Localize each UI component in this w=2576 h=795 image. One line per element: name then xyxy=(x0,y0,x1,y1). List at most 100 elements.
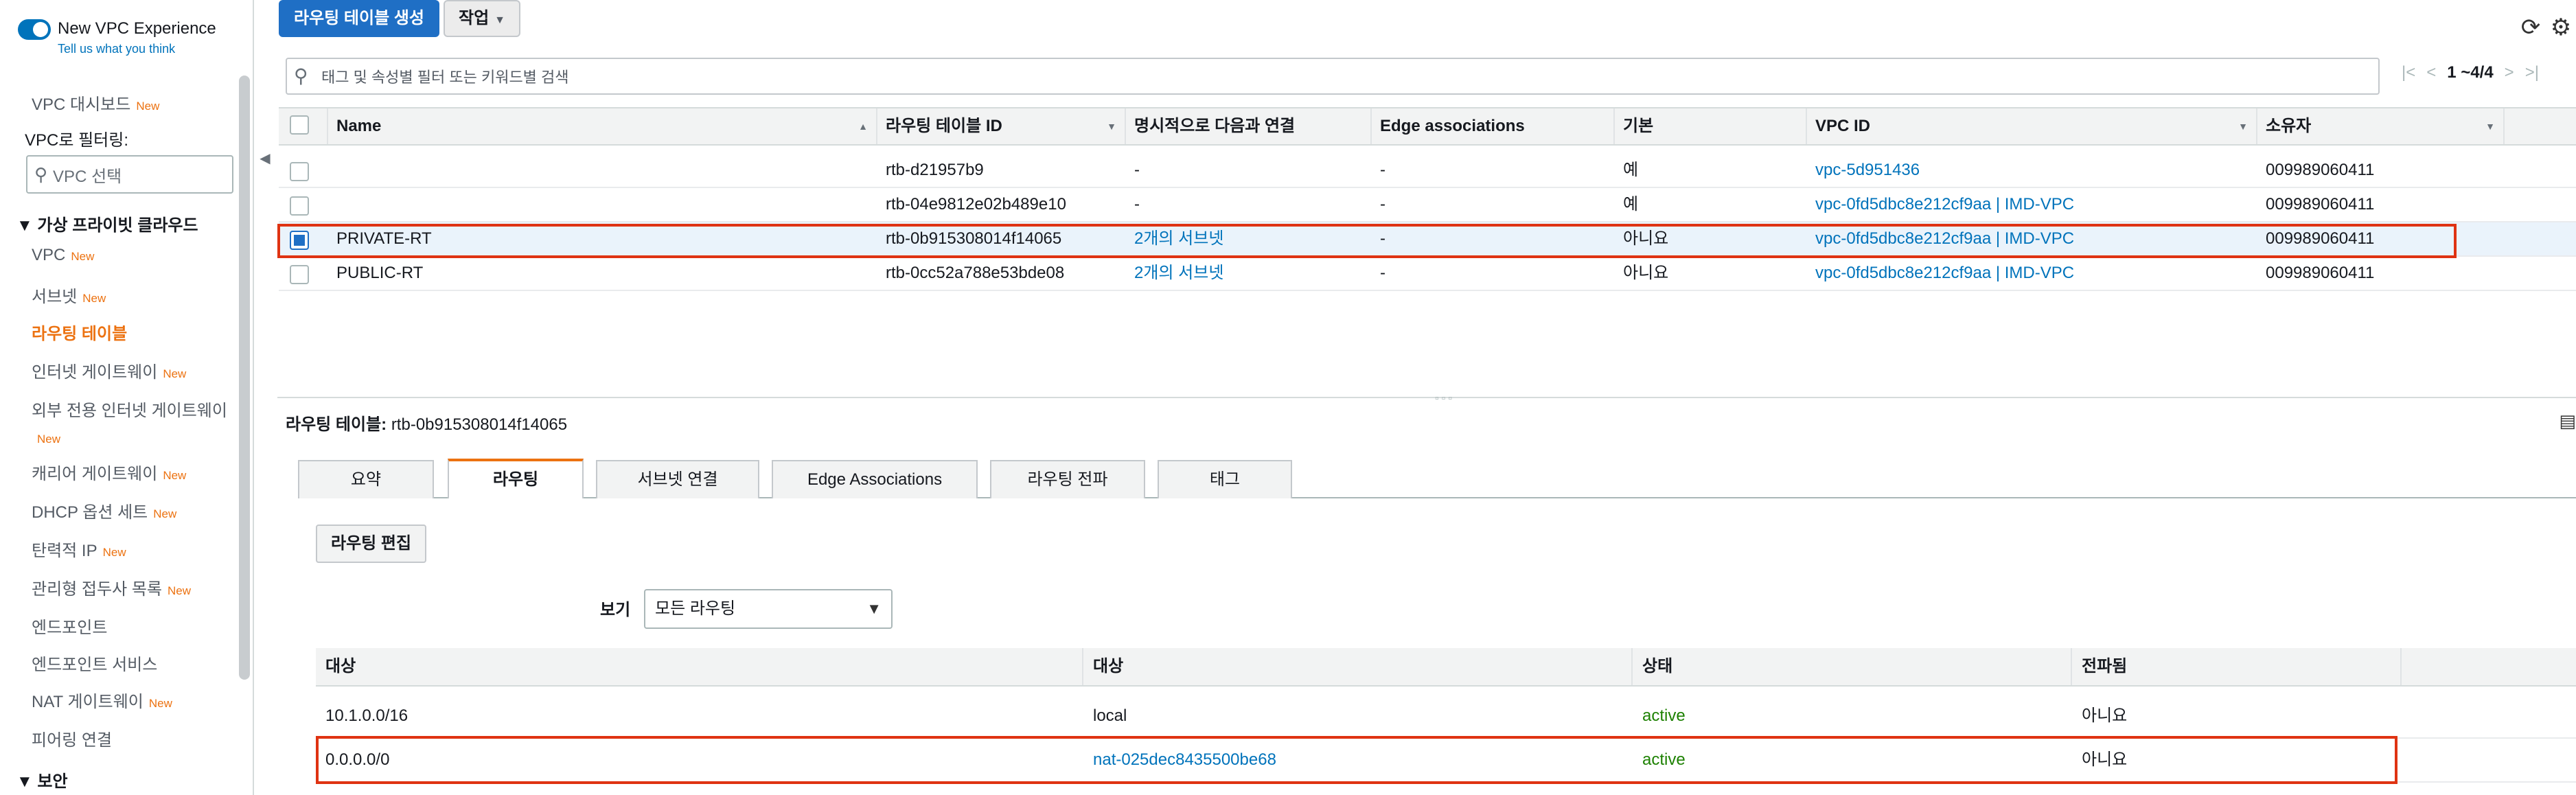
sidebar-item-endpoint-services[interactable]: 엔드포인트 서비스 xyxy=(32,651,157,675)
row-explicit-link[interactable]: 2개의 서브넷 xyxy=(1126,257,1223,290)
panel-splitter[interactable] xyxy=(277,397,2576,398)
row-name xyxy=(328,154,336,187)
top-icons: ⟳ ⚙ xyxy=(2516,12,2576,43)
highlight-box xyxy=(277,224,2457,258)
search-icon: ⚲ xyxy=(294,65,308,87)
sidebar-item-nat-gateways[interactable]: NAT 게이트웨이 New xyxy=(32,688,172,712)
edit-routes-button[interactable]: 라우팅 편집 xyxy=(316,525,427,563)
row-edge: - xyxy=(1380,195,1385,214)
column-name[interactable]: Name ▲ xyxy=(328,108,877,144)
gear-icon[interactable]: ⚙ xyxy=(2546,12,2576,43)
tab-summary[interactable]: 요약 xyxy=(298,460,434,498)
column-destination[interactable]: 대상 xyxy=(316,648,1083,685)
row-name xyxy=(328,188,336,221)
select-all-checkbox[interactable] xyxy=(290,115,309,135)
row-edge: - xyxy=(1380,161,1385,179)
vpc-filter-input[interactable]: ⚲ VPC 선택 xyxy=(26,155,233,194)
route-destination: 10.1.0.0/16 xyxy=(325,706,409,725)
sidebar-item-peering[interactable]: 피어링 연결 xyxy=(32,726,112,750)
section-vpc[interactable]: ▼ 가상 프라이빗 클라우드 xyxy=(16,211,198,235)
tab-subnet-associations[interactable]: 서브넷 연결 xyxy=(596,460,759,498)
section-security[interactable]: ▼ 보안 xyxy=(16,768,68,792)
row-vpc-link[interactable]: vpc-0fd5dbc8e212cf9aa | IMD-VPC xyxy=(1807,188,2074,221)
page-count: 1 ~4/4 xyxy=(2447,63,2494,82)
row-id: rtb-04e9812e02b489e10 xyxy=(886,195,1066,214)
sidebar-item-subnets[interactable]: 서브넷 New xyxy=(32,283,106,307)
column-explicit-association[interactable]: 명시적으로 다음과 연결 xyxy=(1126,108,1372,144)
table-row[interactable]: PUBLIC-RT rtb-0cc52a788e53bde08 2개의 서브넷 … xyxy=(279,257,2576,291)
search-icon: ⚲ xyxy=(34,163,48,185)
sidebar-item-vpc[interactable]: VPC New xyxy=(32,246,94,265)
sidebar-item-endpoints[interactable]: 엔드포인트 xyxy=(32,614,107,638)
new-vpc-experience-toggle[interactable] xyxy=(18,19,51,40)
refresh-icon[interactable]: ⟳ xyxy=(2516,12,2546,43)
sidebar-item-internet-gateways[interactable]: 인터넷 게이트웨이 New xyxy=(32,358,186,382)
first-page-icon[interactable]: |< xyxy=(2402,63,2415,82)
column-vpc-id[interactable]: VPC ID ▼ xyxy=(1807,108,2257,144)
main-content: 라우팅 테이블 생성 작업 ▼ ⟳ ⚙ ⚲ 태그 및 속성별 필터 또는 키워드별… xyxy=(277,0,2576,795)
sidebar-item-prefix-lists[interactable]: 관리형 접두사 목록 New xyxy=(32,575,191,599)
row-checkbox[interactable] xyxy=(290,162,309,181)
select-all-cell xyxy=(279,108,328,144)
row-name: PUBLIC-RT xyxy=(336,264,424,282)
last-page-icon[interactable]: >| xyxy=(2525,63,2539,82)
row-id: rtb-d21957b9 xyxy=(886,161,984,179)
panel-layout-icon[interactable]: ▤ xyxy=(2559,411,2576,432)
column-target[interactable]: 대상 xyxy=(1083,648,1633,685)
row-owner: 009989060411 xyxy=(2266,161,2375,179)
new-vpc-experience: New VPC Experience Tell us what you thin… xyxy=(18,16,216,56)
detail-title: 라우팅 테이블: rtb-0b915308014f14065 xyxy=(286,415,568,434)
feedback-link[interactable]: Tell us what you think xyxy=(58,41,216,56)
sidebar-item-elastic-ip[interactable]: 탄력적 IP New xyxy=(32,537,126,561)
table-row[interactable]: rtb-d21957b9 - - 예 vpc-5d951436 00998906… xyxy=(279,154,2576,188)
column-edge-associations[interactable]: Edge associations xyxy=(1372,108,1615,144)
row-checkbox[interactable] xyxy=(290,265,309,284)
pagination: |< < 1 ~4/4 > >| xyxy=(2402,63,2539,82)
row-vpc-link[interactable]: vpc-5d951436 xyxy=(1807,154,1920,187)
row-checkbox[interactable] xyxy=(290,196,309,216)
chevron-down-icon: ▼ xyxy=(866,600,882,617)
sidebar-item-dashboard[interactable]: VPC 대시보드 New xyxy=(32,91,159,115)
prev-page-icon[interactable]: < xyxy=(2426,63,2436,82)
next-page-icon[interactable]: > xyxy=(2505,63,2514,82)
highlight-box xyxy=(316,736,2397,784)
create-route-table-button[interactable]: 라우팅 테이블 생성 xyxy=(279,0,439,37)
route-table-header: Name ▲ 라우팅 테이블 ID ▼ 명시적으로 다음과 연결 Edge asso… xyxy=(279,107,2576,146)
column-owner[interactable]: 소유자 ▼ xyxy=(2257,108,2505,144)
sort-asc-icon: ▲ xyxy=(858,121,868,132)
detail-tabs: 요약 라우팅 서브넷 연결 Edge Associations 라우팅 전파 태… xyxy=(298,459,2576,498)
tab-route-propagation[interactable]: 라우팅 전파 xyxy=(990,460,1145,498)
sidebar-scrollbar[interactable] xyxy=(239,76,250,680)
column-main[interactable]: 기본 xyxy=(1615,108,1807,144)
tab-edge-associations[interactable]: Edge Associations xyxy=(772,460,978,498)
row-main: 예 xyxy=(1623,195,1639,214)
row-main: 아니요 xyxy=(1623,264,1669,282)
row-vpc-link[interactable]: vpc-0fd5dbc8e212cf9aa | IMD-VPC xyxy=(1807,257,2074,290)
column-propagated[interactable]: 전파됨 xyxy=(2072,648,2402,685)
sort-icon: ▼ xyxy=(2238,121,2248,132)
route-propagated: 아니요 xyxy=(2082,706,2128,725)
tab-routes[interactable]: 라우팅 xyxy=(448,459,584,498)
vpc-filter-label: VPC로 필터링: xyxy=(25,131,129,150)
sidebar-item-dhcp-options[interactable]: DHCP 옵션 세트 New xyxy=(32,498,176,522)
column-status[interactable]: 상태 xyxy=(1633,648,2072,685)
search-input[interactable]: ⚲ 태그 및 속성별 필터 또는 키워드별 검색 xyxy=(286,58,2380,95)
sidebar-item-carrier-gateways[interactable]: 캐리어 게이트웨이 New xyxy=(32,460,186,484)
routes-table-header: 대상 대상 상태 전파됨 xyxy=(316,648,2576,687)
row-main: 예 xyxy=(1623,161,1639,179)
actions-button[interactable]: 작업 ▼ xyxy=(444,0,521,37)
table-row[interactable]: rtb-04e9812e02b489e10 - - 예 vpc-0fd5dbc8… xyxy=(279,188,2576,222)
sidebar-item-route-tables[interactable]: 라우팅 테이블 xyxy=(32,320,127,344)
column-route-table-id[interactable]: 라우팅 테이블 ID ▼ xyxy=(877,108,1126,144)
sidebar: New VPC Experience Tell us what you thin… xyxy=(0,0,254,795)
view-select[interactable]: 모든 라우팅 ▼ xyxy=(644,589,893,629)
row-edge: - xyxy=(1380,264,1385,282)
sidebar-item-egress-gateways[interactable]: 외부 전용 인터넷 게이트웨이 xyxy=(32,397,227,421)
row-explicit: - xyxy=(1134,161,1140,179)
sidebar-item-egress-new-badge: New xyxy=(37,433,61,446)
row-explicit: - xyxy=(1134,195,1140,214)
drag-handle-icon[interactable]: ▫▫▫ xyxy=(1435,393,1455,405)
tab-tags[interactable]: 태그 xyxy=(1158,460,1292,498)
sort-icon: ▼ xyxy=(1107,121,1116,132)
sidebar-collapse-icon[interactable]: ◀ xyxy=(255,147,275,170)
